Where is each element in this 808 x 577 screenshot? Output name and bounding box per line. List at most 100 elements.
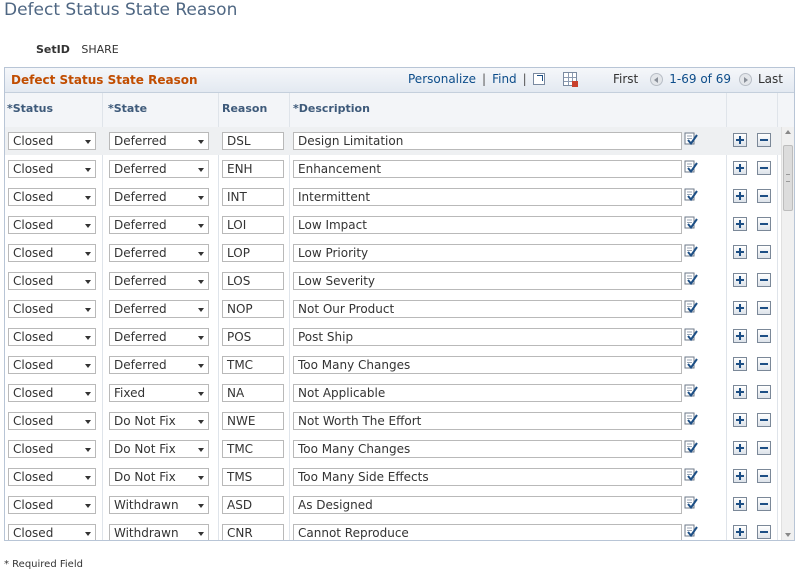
add-row-icon[interactable] [733, 385, 747, 399]
status-select[interactable]: Closed [8, 244, 96, 262]
status-select[interactable]: Closed [8, 160, 96, 178]
delete-row-icon[interactable] [757, 189, 771, 203]
reason-input[interactable]: CNR [222, 524, 284, 540]
spellcheck-icon[interactable] [684, 440, 698, 454]
reason-input[interactable]: LOI [222, 216, 284, 234]
state-select[interactable]: Deferred [109, 160, 209, 178]
state-select[interactable]: Deferred [109, 328, 209, 346]
add-row-icon[interactable] [733, 301, 747, 315]
reason-input[interactable]: INT [222, 188, 284, 206]
reason-input[interactable]: POS [222, 328, 284, 346]
state-select[interactable]: Withdrawn [109, 524, 209, 540]
personalize-link[interactable]: Personalize [408, 72, 476, 86]
nav-first-link[interactable]: First [613, 72, 638, 86]
add-row-icon[interactable] [733, 413, 747, 427]
spellcheck-icon[interactable] [684, 216, 698, 230]
status-select[interactable]: Closed [8, 524, 96, 540]
previous-arrow-icon[interactable] [650, 72, 664, 86]
delete-row-icon[interactable] [757, 329, 771, 343]
description-input[interactable]: Too Many Side Effects [293, 468, 682, 486]
reason-input[interactable]: DSL [222, 132, 284, 150]
add-row-icon[interactable] [733, 469, 747, 483]
state-select[interactable]: Deferred [109, 272, 209, 290]
reason-input[interactable]: ASD [222, 496, 284, 514]
delete-row-icon[interactable] [757, 133, 771, 147]
add-row-icon[interactable] [733, 133, 747, 147]
reason-input[interactable]: NWE [222, 412, 284, 430]
description-input[interactable]: Low Severity [293, 272, 682, 290]
scroll-down-arrow-icon[interactable] [785, 533, 791, 537]
next-arrow-icon[interactable] [738, 72, 752, 86]
reason-input[interactable]: TMS [222, 468, 284, 486]
add-row-icon[interactable] [733, 441, 747, 455]
delete-row-icon[interactable] [757, 161, 771, 175]
description-input[interactable]: Intermittent [293, 188, 682, 206]
status-select[interactable]: Closed [8, 216, 96, 234]
delete-row-icon[interactable] [757, 301, 771, 315]
status-select[interactable]: Closed [8, 496, 96, 514]
description-input[interactable]: Not Worth The Effort [293, 412, 682, 430]
status-select[interactable]: Closed [8, 384, 96, 402]
state-select[interactable]: Deferred [109, 300, 209, 318]
state-select[interactable]: Fixed [109, 384, 209, 402]
scrollbar-thumb[interactable] [783, 145, 793, 211]
state-select[interactable]: Deferred [109, 356, 209, 374]
status-select[interactable]: Closed [8, 440, 96, 458]
delete-row-icon[interactable] [757, 413, 771, 427]
spellcheck-icon[interactable] [684, 188, 698, 202]
reason-input[interactable]: ENH [222, 160, 284, 178]
description-input[interactable]: Low Impact [293, 216, 682, 234]
column-header-reason[interactable]: Reason [222, 102, 267, 115]
status-select[interactable]: Closed [8, 412, 96, 430]
description-input[interactable]: As Designed [293, 496, 682, 514]
scroll-up-arrow-icon[interactable] [785, 130, 791, 134]
status-select[interactable]: Closed [8, 272, 96, 290]
add-row-icon[interactable] [733, 161, 747, 175]
spellcheck-icon[interactable] [684, 160, 698, 174]
spellcheck-icon[interactable] [684, 384, 698, 398]
status-select[interactable]: Closed [8, 356, 96, 374]
status-select[interactable]: Closed [8, 300, 96, 318]
state-select[interactable]: Deferred [109, 132, 209, 150]
status-select[interactable]: Closed [8, 328, 96, 346]
state-select[interactable]: Withdrawn [109, 496, 209, 514]
spellcheck-icon[interactable] [684, 524, 698, 538]
spellcheck-icon[interactable] [684, 412, 698, 426]
add-row-icon[interactable] [733, 273, 747, 287]
spellcheck-icon[interactable] [684, 356, 698, 370]
reason-input[interactable]: TMC [222, 440, 284, 458]
column-header-description[interactable]: *Description [293, 102, 370, 115]
reason-input[interactable]: LOS [222, 272, 284, 290]
description-input[interactable]: Design Limitation [293, 132, 682, 150]
add-row-icon[interactable] [733, 245, 747, 259]
add-row-icon[interactable] [733, 497, 747, 511]
description-input[interactable]: Cannot Reproduce [293, 524, 682, 540]
state-select[interactable]: Do Not Fix [109, 412, 209, 430]
description-input[interactable]: Too Many Changes [293, 356, 682, 374]
state-select[interactable]: Do Not Fix [109, 468, 209, 486]
spellcheck-icon[interactable] [684, 244, 698, 258]
vertical-scrollbar[interactable] [781, 127, 794, 540]
description-input[interactable]: Not Applicable [293, 384, 682, 402]
status-select[interactable]: Closed [8, 132, 96, 150]
status-select[interactable]: Closed [8, 188, 96, 206]
description-input[interactable]: Not Our Product [293, 300, 682, 318]
column-header-state[interactable]: *State [108, 102, 147, 115]
download-grid-icon[interactable] [562, 72, 578, 87]
delete-row-icon[interactable] [757, 245, 771, 259]
delete-row-icon[interactable] [757, 357, 771, 371]
add-row-icon[interactable] [733, 217, 747, 231]
state-select[interactable]: Deferred [109, 216, 209, 234]
reason-input[interactable]: NA [222, 384, 284, 402]
delete-row-icon[interactable] [757, 217, 771, 231]
delete-row-icon[interactable] [757, 469, 771, 483]
delete-row-icon[interactable] [757, 385, 771, 399]
state-select[interactable]: Deferred [109, 188, 209, 206]
spellcheck-icon[interactable] [684, 300, 698, 314]
add-row-icon[interactable] [733, 189, 747, 203]
spellcheck-icon[interactable] [684, 132, 698, 146]
add-row-icon[interactable] [733, 357, 747, 371]
description-input[interactable]: Enhancement [293, 160, 682, 178]
description-input[interactable]: Low Priority [293, 244, 682, 262]
add-row-icon[interactable] [733, 329, 747, 343]
